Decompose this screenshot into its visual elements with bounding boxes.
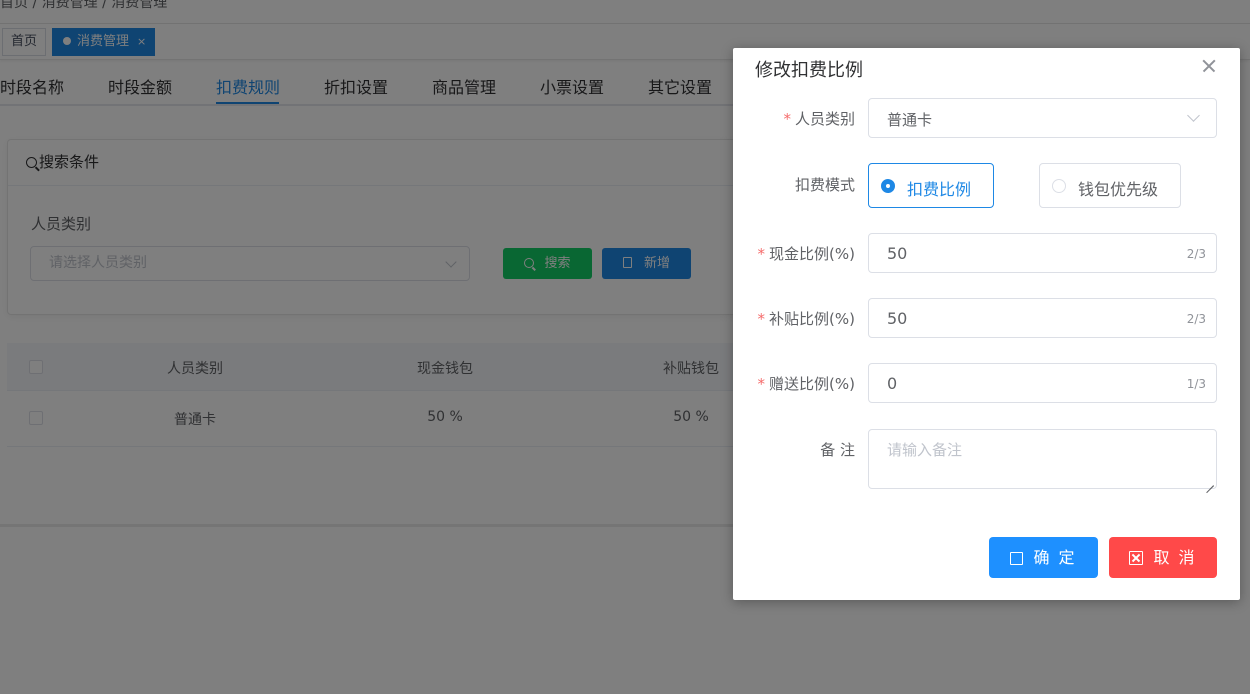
close-icon[interactable] (1201, 58, 1217, 74)
person-type-dropdown[interactable]: 普通卡 (868, 98, 1217, 138)
edit-deduction-dialog: 修改扣费比例 * 人员类别 普通卡 扣费模式 扣费比例 钱包优先级 * 现金比例(%… (733, 48, 1240, 600)
subsidy-ratio-input[interactable]: 50 2/3 (868, 298, 1217, 338)
gift-ratio-input[interactable]: 0 1/3 (868, 363, 1217, 403)
close-square-icon (1129, 551, 1144, 565)
cancel-button-label: 取 消 (1153, 548, 1197, 567)
remark-label: 备 注 (820, 441, 855, 459)
gift-ratio-value: 0 (887, 374, 898, 393)
gift-ratio-label: * 赠送比例(%) (757, 375, 855, 393)
char-counter: 2/3 (1186, 312, 1206, 326)
required-asterisk: * (757, 375, 766, 393)
deduction-mode-label: 扣费模式 (794, 176, 855, 194)
required-asterisk: * (783, 110, 791, 128)
remark-textarea[interactable]: 请输入备注 (868, 429, 1217, 489)
radio-label: 钱包优先级 (1078, 180, 1159, 199)
cash-ratio-value: 50 (887, 244, 908, 263)
edit-icon (1010, 552, 1024, 565)
char-counter: 2/3 (1186, 247, 1206, 261)
radio-wallet-priority[interactable]: 钱包优先级 (1039, 163, 1181, 208)
resize-handle-icon[interactable] (1206, 478, 1214, 486)
dialog-title: 修改扣费比例 (755, 60, 863, 81)
subsidy-ratio-value: 50 (887, 309, 908, 328)
radio-checked-icon (881, 179, 895, 193)
subsidy-ratio-label: * 补贴比例(%) (757, 310, 855, 328)
char-counter: 1/3 (1186, 377, 1206, 391)
required-asterisk: * (757, 245, 766, 263)
radio-unchecked-icon (1052, 179, 1066, 193)
required-asterisk: * (757, 310, 766, 328)
remark-placeholder: 请输入备注 (887, 441, 963, 459)
confirm-button-label: 确 定 (1033, 548, 1077, 567)
person-type-value: 普通卡 (887, 111, 933, 129)
confirm-button[interactable]: 确 定 (989, 537, 1098, 578)
radio-deduction-ratio[interactable]: 扣费比例 (868, 163, 994, 208)
chevron-down-icon (1187, 109, 1200, 122)
person-type-field-label: * 人员类别 (783, 110, 855, 128)
cash-ratio-input[interactable]: 50 2/3 (868, 233, 1217, 273)
cash-ratio-label: * 现金比例(%) (757, 245, 855, 263)
cancel-button[interactable]: 取 消 (1109, 537, 1217, 578)
radio-label: 扣费比例 (907, 180, 972, 199)
